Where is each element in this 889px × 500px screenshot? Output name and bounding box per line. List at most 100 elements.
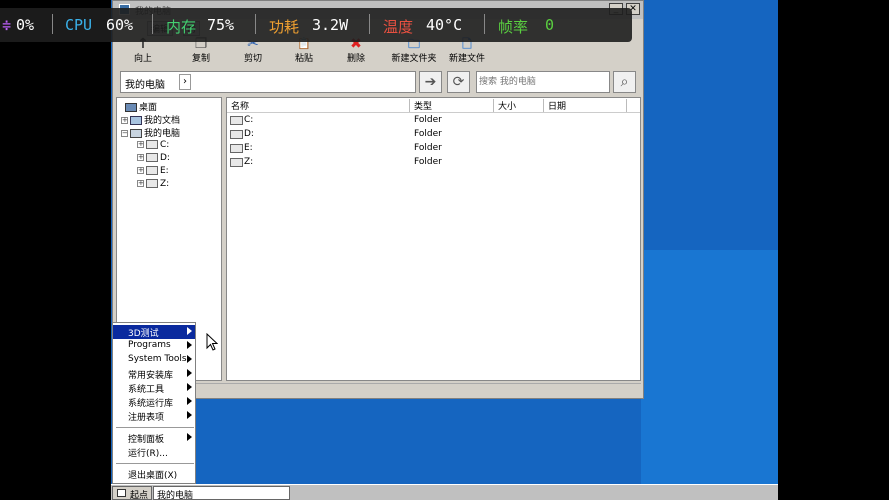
menu-item-label: 运行(R)... xyxy=(128,449,168,459)
breadcrumb-chevron-icon[interactable]: › xyxy=(179,74,191,90)
cut-button-label: 剪切 xyxy=(243,54,262,64)
start-menu-item-control-panel[interactable]: 控制面板 xyxy=(113,431,195,445)
column-header: 名称 类型 大小 日期 xyxy=(227,98,640,113)
osd-divider xyxy=(484,14,485,34)
file-row[interactable]: Z: Folder xyxy=(227,156,640,170)
osd-prev-marker: ≑ xyxy=(2,16,12,34)
column-date[interactable]: 日期 xyxy=(544,99,627,112)
performance-overlay: ≑ 0% CPU 60% 内存 75% 功耗 3.2W 温度 40°C 帧率 0 xyxy=(0,8,632,42)
refresh-button[interactable]: ⟳ xyxy=(447,71,470,93)
start-menu-item-sys-tools-cn[interactable]: 系统工具 xyxy=(113,381,195,395)
menu-item-label: Programs xyxy=(128,340,171,350)
osd-mem-label: 内存 xyxy=(166,18,197,36)
file-row[interactable]: C: Folder xyxy=(227,114,640,128)
drive-icon xyxy=(146,153,158,162)
start-icon xyxy=(117,489,126,497)
start-menu: 3D测试 Programs System Tools 常用安装库 系统工具 系统… xyxy=(112,322,196,484)
go-button[interactable]: ➔ xyxy=(419,71,442,93)
file-type: Folder xyxy=(414,129,442,139)
expand-icon[interactable]: + xyxy=(137,167,144,174)
breadcrumb-computer[interactable]: 我的电脑 xyxy=(125,76,165,91)
search-icon: ⌕ xyxy=(620,74,629,90)
menu-divider xyxy=(116,427,194,428)
osd-prev-value: 0% xyxy=(16,16,35,34)
menu-divider xyxy=(116,463,194,464)
drive-icon xyxy=(230,158,243,167)
expand-icon[interactable]: + xyxy=(137,180,144,187)
menu-item-label: 系统运行库 xyxy=(128,399,174,409)
tree-item-computer[interactable]: − 我的电脑 xyxy=(121,126,180,139)
search-button[interactable]: ⌕ xyxy=(613,71,636,93)
tree-item-drive-c[interactable]: + C: xyxy=(137,140,169,153)
file-type: Folder xyxy=(414,143,442,153)
mouse-cursor-icon xyxy=(206,333,218,351)
menu-item-label: 控制面板 xyxy=(128,435,165,445)
osd-divider xyxy=(255,14,256,34)
file-type: Folder xyxy=(414,115,442,125)
up-button-label: 向上 xyxy=(133,54,152,64)
tree-item-drive-e[interactable]: + E: xyxy=(137,166,169,179)
computer-icon xyxy=(130,129,142,138)
search-input[interactable] xyxy=(479,73,609,91)
start-menu-item-programs[interactable]: Programs xyxy=(113,339,195,353)
file-name: E: xyxy=(244,143,253,153)
address-bar[interactable]: 我的电脑 › xyxy=(120,71,416,93)
file-name: Z: xyxy=(244,157,254,167)
menu-item-label: 系统工具 xyxy=(128,385,165,395)
tree-item-desktop[interactable]: 桌面 xyxy=(125,100,157,113)
expand-icon[interactable]: + xyxy=(137,141,144,148)
menu-item-label: 退出桌面(X) xyxy=(128,471,178,481)
tree-item-label: 我的电脑 xyxy=(144,129,181,139)
tree-item-label: 桌面 xyxy=(139,103,158,113)
expand-icon[interactable]: + xyxy=(121,117,128,124)
collapse-icon[interactable]: − xyxy=(121,130,128,137)
osd-divider xyxy=(369,14,370,34)
column-size[interactable]: 大小 xyxy=(494,99,544,112)
taskbar-item-my-computer[interactable]: 我的电脑 xyxy=(153,486,290,500)
osd-divider xyxy=(152,14,153,34)
file-row[interactable]: E: Folder xyxy=(227,142,640,156)
submenu-arrow-icon xyxy=(187,433,192,441)
start-menu-item-system-tools[interactable]: System Tools xyxy=(113,353,195,367)
osd-fps-value: 0 xyxy=(545,16,555,34)
search-box[interactable] xyxy=(476,71,610,93)
desktop-wallpaper-area xyxy=(641,250,778,500)
file-type: Folder xyxy=(414,157,442,167)
menu-item-label: System Tools xyxy=(128,354,187,364)
submenu-arrow-icon xyxy=(187,369,192,377)
osd-temp-value: 40°C xyxy=(426,16,463,34)
submenu-arrow-icon xyxy=(187,411,192,419)
new-folder-button-label: 新建文件夹 xyxy=(391,54,437,64)
start-button[interactable]: 起点 xyxy=(112,486,152,500)
start-menu-item-logout[interactable]: 退出桌面(X) xyxy=(113,467,195,481)
file-row[interactable]: D: Folder xyxy=(227,128,640,142)
tree-item-documents[interactable]: + 我的文档 xyxy=(121,113,180,126)
tree-item-drive-d[interactable]: + D: xyxy=(137,153,170,166)
file-name: C: xyxy=(244,115,254,125)
start-menu-item-install-libs[interactable]: 常用安装库 xyxy=(113,367,195,381)
tree-item-label: D: xyxy=(160,153,170,163)
start-menu-item-runtime-libs[interactable]: 系统运行库 xyxy=(113,395,195,409)
tree-item-label: 我的文档 xyxy=(144,116,181,126)
copy-button-label: 复制 xyxy=(191,54,210,64)
tree-item-label: C: xyxy=(160,140,170,150)
osd-power-value: 3.2W xyxy=(312,16,349,34)
file-list: 名称 类型 大小 日期 C: Folder D: Folder E: Folde… xyxy=(226,97,641,381)
drive-icon xyxy=(146,140,158,149)
tree-item-drive-z[interactable]: + Z: xyxy=(137,179,169,192)
taskbar: 起点 我的电脑 xyxy=(111,484,778,500)
column-name[interactable]: 名称 xyxy=(227,99,410,112)
osd-temp-label: 温度 xyxy=(383,18,414,36)
submenu-arrow-icon xyxy=(187,355,192,363)
submenu-arrow-icon xyxy=(187,397,192,405)
taskbar-item-label: 我的电脑 xyxy=(157,491,194,500)
start-menu-item-registry[interactable]: 注册表项 xyxy=(113,409,195,423)
column-type[interactable]: 类型 xyxy=(410,99,494,112)
start-menu-item-run[interactable]: 运行(R)... xyxy=(113,445,195,459)
start-menu-item-3d-test[interactable]: 3D测试 xyxy=(113,325,195,339)
expand-icon[interactable]: + xyxy=(137,154,144,161)
start-button-label: 起点 xyxy=(130,491,149,500)
osd-mem-value: 75% xyxy=(207,16,235,34)
address-row: 我的电脑 › ➔ ⟳ ⌕ xyxy=(113,69,643,95)
osd-cpu-label: CPU xyxy=(65,16,93,34)
